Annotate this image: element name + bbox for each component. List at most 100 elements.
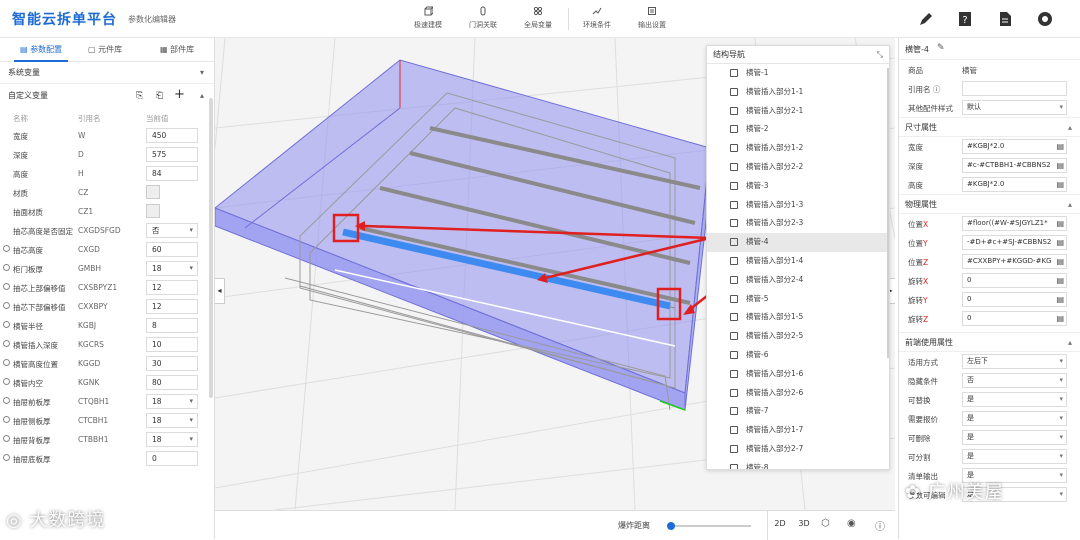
var-value-field[interactable]: 18 (146, 413, 198, 428)
var-value-field[interactable]: 30 (146, 356, 198, 371)
remove-icon[interactable] (3, 283, 10, 290)
property-field[interactable]: #c-#CTBBH1-#CBBNS2 (962, 158, 1067, 173)
property-field[interactable]: 是 (962, 392, 1067, 407)
toolbar-door-link-button[interactable]: 门洞关联 (455, 6, 511, 34)
var-value-field[interactable]: 18 (146, 432, 198, 447)
var-value-field[interactable]: 18 (146, 261, 198, 276)
navigator-item[interactable]: 横管插入部分2-2 (707, 158, 889, 177)
property-field[interactable]: #KGBJ*2.0 (962, 139, 1067, 154)
scrollbar[interactable] (887, 68, 889, 358)
document-icon[interactable] (995, 9, 1015, 29)
material-swatch[interactable] (146, 185, 160, 199)
pencil-icon[interactable] (916, 9, 936, 29)
remove-icon[interactable] (3, 454, 10, 461)
navigator-item[interactable]: 横管插入部分2-4 (707, 271, 889, 290)
navigator-item[interactable]: 横管-3 (707, 177, 889, 196)
var-value-field[interactable]: 450 (146, 128, 198, 143)
scrollbar[interactable] (209, 98, 213, 398)
remove-icon[interactable] (3, 435, 10, 442)
property-field[interactable]: 是 (962, 430, 1067, 445)
toolbar-output-settings-button[interactable]: 输出设置 (624, 6, 680, 34)
var-value-field[interactable]: 80 (146, 375, 198, 390)
remove-icon[interactable] (3, 302, 10, 309)
help-icon[interactable]: ? (955, 9, 975, 29)
property-field[interactable]: 0 (962, 273, 1067, 288)
info-icon[interactable]: ⓘ (875, 518, 885, 533)
toolbar-environment-button[interactable]: 环境条件 (569, 6, 625, 34)
property-field[interactable]: -#D+#c+#SJ-#CBBNS2 (962, 235, 1067, 250)
navigator-item[interactable]: 横管插入部分1-1 (707, 83, 889, 102)
var-value-field[interactable]: 10 (146, 337, 198, 352)
property-field[interactable] (962, 81, 1067, 96)
size-section-header[interactable]: 尺寸属性 (899, 117, 1080, 138)
property-field[interactable]: 0 (962, 311, 1067, 326)
explode-distance-slider[interactable] (666, 522, 751, 530)
view-3d-button[interactable]: 3D (792, 519, 816, 528)
navigator-item[interactable]: 横管插入部分2-1 (707, 102, 889, 121)
var-value-field[interactable]: 84 (146, 166, 198, 181)
material-swatch[interactable] (146, 204, 160, 218)
property-field[interactable]: 是 (962, 411, 1067, 426)
settings-icon[interactable] (1035, 9, 1055, 29)
remove-icon[interactable] (3, 340, 10, 347)
navigator-item[interactable]: 横管插入部分2-7 (707, 440, 889, 459)
navigator-item[interactable]: 横管-5 (707, 290, 889, 309)
navigator-item[interactable]: 横管插入部分2-6 (707, 384, 889, 403)
navigator-item[interactable]: 横管插入部分1-2 (707, 139, 889, 158)
copy-icon[interactable]: ⎗ (156, 84, 163, 108)
navigator-item[interactable]: 横管插入部分1-5 (707, 308, 889, 327)
minimize-icon[interactable]: ⤡ (877, 46, 883, 64)
var-value-field[interactable]: 60 (146, 242, 198, 257)
frontend-section-header[interactable]: 前端使用属性 (899, 332, 1080, 353)
var-value-field[interactable]: 18 (146, 394, 198, 409)
collapse-left-button[interactable]: ◂ (215, 278, 225, 304)
property-field[interactable]: 左后下 (962, 354, 1067, 369)
toolbar-global-vars-button[interactable]: 全局变量 (510, 6, 566, 34)
navigator-item[interactable]: 横管插入部分1-7 (707, 421, 889, 440)
property-field[interactable]: 默认 (962, 100, 1067, 115)
property-field[interactable]: 是 (962, 449, 1067, 464)
property-field[interactable]: 否 (962, 373, 1067, 388)
navigator-item[interactable]: 横管插入部分2-3 (707, 214, 889, 233)
add-icon[interactable]: + (174, 83, 185, 107)
cube-view-icon[interactable]: ⬡ (821, 518, 830, 529)
navigator-item[interactable]: 横管-6 (707, 346, 889, 365)
var-value-field[interactable]: 12 (146, 299, 198, 314)
remove-icon[interactable] (3, 245, 10, 252)
remove-icon[interactable] (3, 321, 10, 328)
tab-params[interactable]: ▤ 参数配置 (14, 38, 69, 62)
import-icon[interactable]: ⎘ (136, 84, 143, 108)
remove-icon[interactable] (3, 264, 10, 271)
var-value-field[interactable]: 8 (146, 318, 198, 333)
remove-icon[interactable] (3, 416, 10, 423)
var-value-field[interactable]: 575 (146, 147, 198, 162)
property-field[interactable]: 0 (962, 292, 1067, 307)
var-value-field[interactable]: 12 (146, 280, 198, 295)
tab-parts[interactable]: ▦ 部件库 (160, 38, 194, 62)
view-2d-button[interactable]: 2D (768, 519, 792, 528)
navigator-item[interactable]: 横管-1 (707, 64, 889, 83)
remove-icon[interactable] (3, 397, 10, 404)
property-field[interactable]: #CXXBPY+#KGGD-#KG (962, 254, 1067, 269)
var-value-field[interactable]: 否 (146, 223, 198, 238)
navigator-item[interactable]: 横管-8 (707, 459, 889, 469)
property-field[interactable]: #KGBJ*2.0 (962, 177, 1067, 192)
property-field[interactable]: #floor((#W-#SJGYLZ1* (962, 216, 1067, 231)
navigator-item[interactable]: 横管插入部分1-3 (707, 196, 889, 215)
remove-icon[interactable] (3, 378, 10, 385)
navigator-item[interactable]: 横管-4 (707, 233, 889, 252)
navigator-item[interactable]: 横管-2 (707, 120, 889, 139)
custom-vars-section[interactable]: 自定义变量 ⎘ ⎗ + ▴ (0, 84, 214, 108)
navigator-item[interactable]: 横管-7 (707, 402, 889, 421)
edit-icon[interactable]: ✎ (937, 43, 945, 53)
eye-icon[interactable]: ◉ (847, 518, 856, 529)
tab-components[interactable]: ▢ 元件库 (88, 38, 122, 62)
remove-icon[interactable] (3, 359, 10, 366)
system-vars-section[interactable]: 系统变量 ▾ (0, 62, 214, 84)
navigator-item[interactable]: 横管插入部分2-5 (707, 327, 889, 346)
toolbar-quick-model-button[interactable]: 极速建模 (400, 6, 456, 34)
navigator-item[interactable]: 横管插入部分1-4 (707, 252, 889, 271)
physical-section-header[interactable]: 物理属性 (899, 194, 1080, 215)
navigator-item[interactable]: 横管插入部分1-6 (707, 365, 889, 384)
var-value-field[interactable]: 0 (146, 451, 198, 466)
